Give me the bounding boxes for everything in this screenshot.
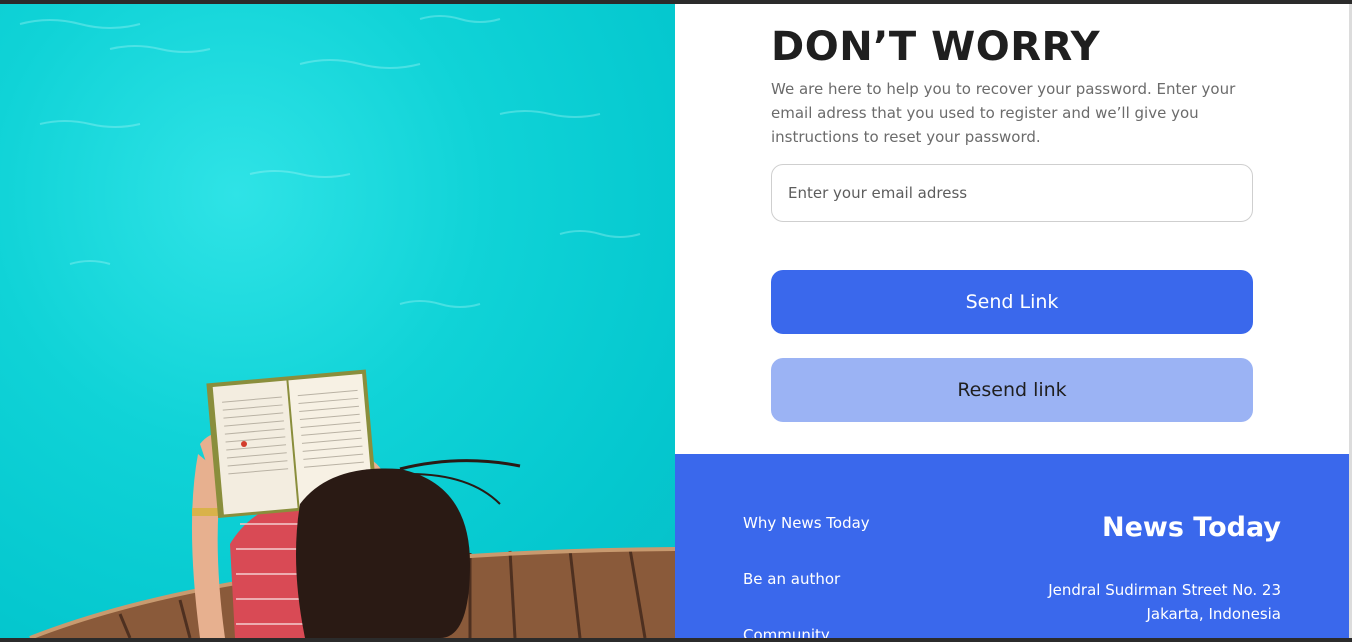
instructions-text: We are here to help you to recover your …	[771, 80, 1236, 146]
forgot-password-form: DON’T WORRY We are here to help you to r…	[675, 4, 1352, 454]
footer-brand: News Today	[1101, 512, 1281, 543]
footer-address: Jendral Sudirman Street No. 23 Jakarta, …	[1048, 578, 1281, 626]
footer: Why News Today Be an author Community Ne…	[675, 454, 1349, 638]
send-link-button[interactable]: Send Link	[771, 270, 1253, 334]
resend-link-button[interactable]: Resend link	[771, 358, 1253, 422]
page-title: DON’T WORRY	[771, 24, 1101, 70]
address-line-2: Jakarta, Indonesia	[1146, 605, 1281, 623]
page: DON’T WORRY We are here to help you to r…	[0, 4, 1352, 638]
email-input[interactable]	[771, 164, 1253, 222]
footer-link-be-an-author[interactable]: Be an author	[743, 570, 840, 588]
footer-link-why-news-today[interactable]: Why News Today	[743, 514, 870, 532]
hero-image	[0, 4, 675, 638]
hero-illustration	[19, 15, 675, 638]
footer-link-community[interactable]: Community	[743, 626, 830, 638]
address-line-1: Jendral Sudirman Street No. 23	[1048, 581, 1281, 599]
